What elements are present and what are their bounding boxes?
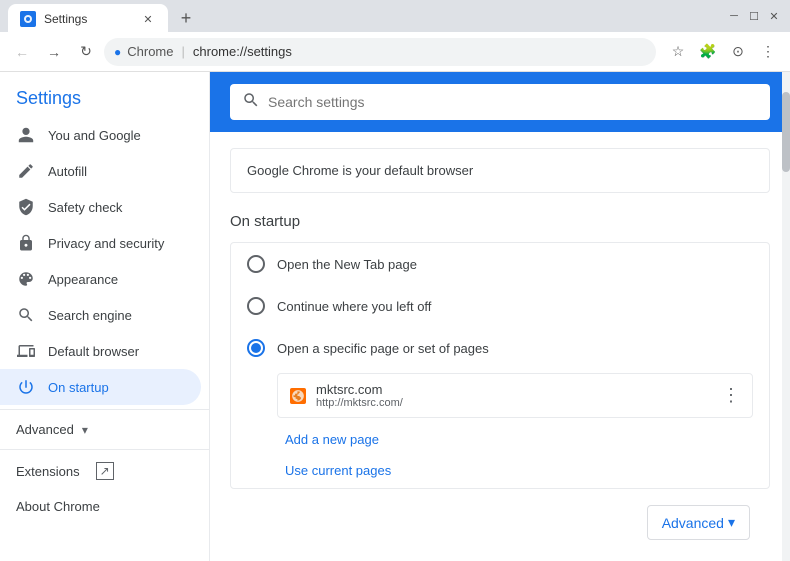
address-chrome-label: Chrome	[127, 44, 173, 59]
address-bar[interactable]: ● Chrome | chrome://settings	[104, 38, 656, 66]
maximize-button[interactable]: ☐	[746, 8, 762, 24]
default-browser-text: Google Chrome is your default browser	[247, 163, 473, 178]
advanced-button-label: Advanced	[662, 515, 724, 531]
sidebar-item-privacy-security[interactable]: Privacy and security	[0, 225, 201, 261]
privacy-icon	[16, 233, 36, 253]
sidebar-item-label: Privacy and security	[48, 236, 164, 251]
minimize-button[interactable]: ─	[726, 8, 742, 24]
page-favicon	[290, 388, 306, 404]
scrollbar-thumb[interactable]	[782, 92, 790, 172]
settings-main: Google Chrome is your default browser On…	[210, 72, 790, 561]
sidebar-item-label: On startup	[48, 380, 109, 395]
sidebar-item-you-and-google[interactable]: You and Google	[0, 117, 201, 153]
refresh-button[interactable]: ↻	[72, 38, 100, 66]
startup-options: Open the New Tab page Continue where you…	[230, 242, 770, 489]
search-input[interactable]	[268, 94, 758, 110]
sidebar-item-label: Default browser	[48, 344, 139, 359]
address-separator: |	[182, 44, 185, 59]
search-icon	[16, 305, 36, 325]
safety-icon	[16, 197, 36, 217]
advanced-label: Advanced	[16, 422, 74, 437]
radio-button-continue[interactable]	[247, 297, 265, 315]
extensions-label: Extensions	[16, 464, 80, 479]
advanced-section: Advanced ▾	[230, 489, 770, 556]
sidebar-item-autofill[interactable]: Autofill	[0, 153, 201, 189]
nav-actions: ☆ 🧩 ⊙ ⋮	[664, 38, 782, 66]
forward-button[interactable]: →	[40, 38, 68, 66]
nav-bar: ← → ↻ ● Chrome | chrome://settings ☆ 🧩 ⊙…	[0, 32, 790, 72]
appearance-icon	[16, 269, 36, 289]
advanced-dropdown-button[interactable]: Advanced ▾	[647, 505, 750, 540]
sidebar-divider-2	[0, 449, 209, 450]
address-url: chrome://settings	[193, 44, 292, 59]
on-startup-title: On startup	[230, 213, 770, 230]
radio-button-new-tab[interactable]	[247, 255, 265, 273]
scrollbar[interactable]	[782, 72, 790, 561]
sidebar-about-chrome[interactable]: About Chrome	[0, 488, 201, 524]
advanced-dropdown-chevron-icon: ▾	[728, 514, 735, 531]
radio-button-specific-page[interactable]	[247, 339, 265, 357]
sidebar-item-label: Safety check	[48, 200, 122, 215]
radio-specific-page[interactable]: Open a specific page or set of pages	[231, 327, 769, 369]
default-browser-banner: Google Chrome is your default browser	[230, 148, 770, 193]
sidebar-divider	[0, 409, 209, 410]
sidebar-item-on-startup[interactable]: On startup	[0, 369, 201, 405]
sidebar-item-search-engine[interactable]: Search engine	[0, 297, 201, 333]
radio-continue[interactable]: Continue where you left off	[231, 285, 769, 327]
radio-label-new-tab: Open the New Tab page	[277, 257, 417, 272]
sidebar-item-label: Search engine	[48, 308, 132, 323]
close-button[interactable]: ✕	[766, 8, 782, 24]
startup-links-2: Use current pages	[277, 457, 769, 484]
page-info: mktsrc.com http://mktsrc.com/	[316, 382, 712, 409]
menu-button[interactable]: ⋮	[754, 38, 782, 66]
person-icon	[16, 125, 36, 145]
page-url: http://mktsrc.com/	[316, 397, 712, 409]
advanced-chevron-icon: ▾	[82, 423, 88, 437]
sidebar-extensions[interactable]: Extensions ↗	[0, 454, 209, 488]
bookmark-button[interactable]: ☆	[664, 38, 692, 66]
settings-header	[210, 72, 790, 132]
page-more-button[interactable]: ⋮	[722, 385, 740, 406]
tab-favicon	[20, 11, 36, 27]
extensions-external-icon: ↗	[96, 462, 114, 480]
window-controls: ─ ☐ ✕	[726, 8, 782, 24]
startup-links: Add a new page	[277, 426, 769, 453]
browser-frame: Settings ✕ + ─ ☐ ✕ ← → ↻ ● Chrome | chro…	[0, 0, 790, 561]
settings-tab[interactable]: Settings ✕	[8, 4, 168, 34]
sidebar-item-label: Appearance	[48, 272, 118, 287]
sidebar-item-label: Autofill	[48, 164, 87, 179]
sidebar-item-label: You and Google	[48, 128, 141, 143]
sidebar-title: Settings	[0, 72, 209, 117]
settings-content: Google Chrome is your default browser On…	[210, 132, 790, 561]
autofill-icon	[16, 161, 36, 181]
profile-button[interactable]: ⊙	[724, 38, 752, 66]
secure-icon: ●	[114, 45, 121, 59]
page-name: mktsrc.com	[316, 382, 712, 397]
content-area: Settings You and Google Autofill Safety …	[0, 72, 790, 561]
radio-selected-dot	[251, 343, 261, 353]
browser-icon	[16, 341, 36, 361]
sidebar: Settings You and Google Autofill Safety …	[0, 72, 210, 561]
radio-new-tab[interactable]: Open the New Tab page	[231, 243, 769, 285]
use-current-pages-link[interactable]: Use current pages	[277, 457, 399, 484]
startup-page-entry: mktsrc.com http://mktsrc.com/ ⋮	[277, 373, 753, 418]
radio-label-continue: Continue where you left off	[277, 299, 431, 314]
add-new-page-link[interactable]: Add a new page	[277, 426, 387, 453]
new-tab-button[interactable]: +	[172, 4, 200, 32]
search-icon	[242, 91, 260, 114]
back-button[interactable]: ←	[8, 38, 36, 66]
tab-label: Settings	[44, 12, 132, 26]
tab-close-button[interactable]: ✕	[140, 11, 156, 27]
startup-icon	[16, 377, 36, 397]
sidebar-item-default-browser[interactable]: Default browser	[0, 333, 201, 369]
sidebar-item-appearance[interactable]: Appearance	[0, 261, 201, 297]
settings-search-box[interactable]	[230, 84, 770, 120]
tab-bar: Settings ✕ +	[8, 0, 718, 34]
sidebar-item-safety-check[interactable]: Safety check	[0, 189, 201, 225]
radio-label-specific-page: Open a specific page or set of pages	[277, 341, 489, 356]
extensions-button[interactable]: 🧩	[694, 38, 722, 66]
about-chrome-label: About Chrome	[16, 499, 100, 514]
title-bar: Settings ✕ + ─ ☐ ✕	[0, 0, 790, 32]
sidebar-advanced-section[interactable]: Advanced ▾	[0, 414, 209, 445]
